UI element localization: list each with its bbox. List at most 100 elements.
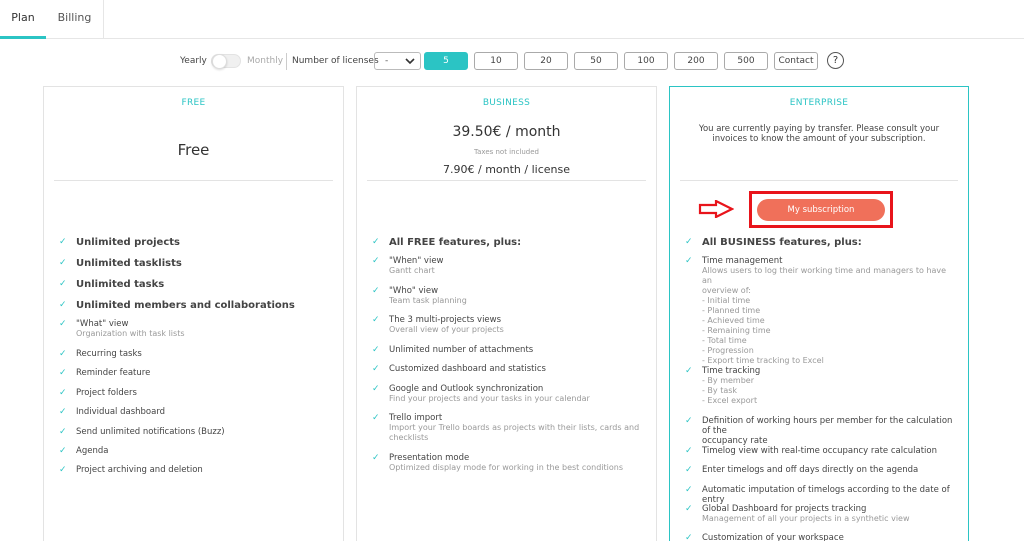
check-icon: ✓ — [685, 504, 693, 514]
check-icon: ✓ — [59, 279, 67, 289]
check-icon: ✓ — [685, 533, 693, 541]
divider — [367, 180, 646, 181]
license-option-20[interactable]: 20 — [524, 52, 568, 70]
feature-item: ✓ "Who" view Team task planning — [372, 286, 646, 306]
feature-item: ✓ Project folders — [59, 388, 333, 398]
license-option-5[interactable]: 5 — [424, 52, 468, 70]
feature-item: ✓ Presentation mode Optimized display mode… — [372, 453, 646, 473]
check-icon: ✓ — [372, 345, 380, 355]
plan-price: 39.50€ / month — [452, 124, 561, 140]
divider — [54, 180, 333, 181]
check-icon: ✓ — [685, 485, 693, 495]
help-icon[interactable]: ? — [827, 52, 844, 69]
license-select[interactable]: - — [374, 52, 421, 70]
feature-label: "Who" view — [389, 286, 439, 296]
feature-label: "What" view — [76, 319, 129, 329]
feature-label: "When" view — [389, 256, 444, 266]
feature-item: ✓ Definition of working hours per member … — [685, 416, 958, 446]
feature-label: Unlimited tasks — [76, 279, 165, 290]
feature-label: Timelog view with real-time occupancy ra… — [702, 446, 938, 456]
plan-title: BUSINESS — [482, 98, 531, 108]
feature-item: ✓ Enter timelogs and off days directly on… — [685, 465, 958, 475]
toggle-knob[interactable] — [212, 54, 227, 69]
tab-billing[interactable]: Billing — [46, 0, 104, 39]
highlight-box: My subscription — [749, 191, 893, 228]
feature-item: ✓ Individual dashboard — [59, 407, 333, 417]
feature-item: ✓ Customization of your workspace — [685, 533, 958, 541]
plan-card-enterprise: ENTERPRISE You are currently paying by t… — [669, 86, 969, 541]
feature-label: Unlimited number of attachments — [389, 345, 534, 355]
check-icon: ✓ — [685, 366, 693, 376]
feature-item: ✓ "When" view Gantt chart — [372, 256, 646, 276]
billing-period-toggle[interactable] — [211, 54, 241, 69]
feature-item: ✓ Reminder feature — [59, 368, 333, 378]
check-icon: ✓ — [59, 388, 67, 398]
feature-item: ✓ Unlimited tasks — [59, 279, 333, 291]
divider — [286, 53, 287, 70]
tab-plan[interactable]: Plan — [0, 0, 46, 39]
feature-label: Recurring tasks — [76, 349, 142, 359]
plan-title: ENTERPRISE — [789, 98, 849, 108]
monthly-label: Monthly — [247, 56, 284, 66]
feature-label: Time tracking — [702, 366, 761, 376]
feature-item: ✓ Send unlimited notifications (Buzz) — [59, 427, 333, 437]
feature-label: Unlimited projects — [76, 237, 180, 248]
tab-bar: Plan Billing — [0, 0, 1024, 39]
feature-item: ✓ All FREE features, plus: — [372, 237, 646, 249]
check-icon: ✓ — [372, 384, 380, 394]
feature-label: All FREE features, plus: — [389, 237, 522, 248]
feature-item: ✓ Time tracking - By member - By task - Ex… — [685, 366, 958, 406]
feature-label: Trello import — [389, 413, 443, 423]
check-icon: ✓ — [372, 237, 380, 247]
divider — [680, 180, 958, 181]
license-option-100[interactable]: 100 — [624, 52, 668, 70]
check-icon: ✓ — [59, 465, 67, 475]
arrow-right-icon — [698, 200, 734, 218]
licenses-label: Number of licenses — [292, 56, 379, 66]
my-subscription-button[interactable]: My subscription — [757, 199, 885, 221]
license-option-500[interactable]: 500 — [724, 52, 768, 70]
feature-label: Unlimited tasklists — [76, 258, 182, 269]
feature-item: ✓ Time management Allows users to log thei… — [685, 256, 958, 366]
check-icon: ✓ — [59, 319, 67, 329]
feature-item: ✓ Unlimited projects — [59, 237, 333, 249]
license-option-200[interactable]: 200 — [674, 52, 718, 70]
feature-label: The 3 multi-projects views — [389, 315, 502, 325]
feature-description: Team task planning — [389, 296, 467, 305]
feature-label: Unlimited members and collaborations — [76, 300, 295, 311]
feature-description: Find your projects and your tasks in you… — [389, 394, 590, 403]
feature-item: ✓ Unlimited members and collaborations — [59, 300, 333, 312]
check-icon: ✓ — [372, 364, 380, 374]
license-option-50[interactable]: 50 — [574, 52, 618, 70]
feature-item: ✓ Google and Outlook synchronization Find … — [372, 384, 646, 404]
check-icon: ✓ — [59, 349, 67, 359]
feature-description: Optimized display mode for working in th… — [389, 463, 623, 472]
feature-label: Customization of your workspace — [702, 533, 844, 541]
feature-description: Allows users to log their working time a… — [702, 266, 947, 365]
feature-item: ✓ The 3 multi-projects views Overall view … — [372, 315, 646, 335]
feature-item: ✓ Global Dashboard for projects tracking M… — [685, 504, 958, 524]
feature-label: Google and Outlook synchronization — [389, 384, 544, 394]
feature-description: Gantt chart — [389, 266, 435, 275]
feature-item: ✓ Timelog view with real-time occupancy r… — [685, 446, 958, 456]
feature-item: ✓ Customized dashboard and statistics — [372, 364, 646, 374]
feature-label: Project archiving and deletion — [76, 465, 203, 475]
check-icon: ✓ — [372, 453, 380, 463]
feature-item: ✓ Unlimited tasklists — [59, 258, 333, 270]
feature-item: ✓ Automatic imputation of timelogs accord… — [685, 485, 958, 505]
plan-card-business: BUSINESS 39.50€ / month Taxes not includ… — [356, 86, 657, 541]
feature-label: Enter timelogs and off days directly on … — [702, 465, 919, 475]
feature-label: Individual dashboard — [76, 407, 166, 417]
plan-title: FREE — [181, 98, 206, 108]
check-icon: ✓ — [59, 368, 67, 378]
yearly-label: Yearly — [180, 56, 207, 66]
feature-item: ✓ Agenda — [59, 446, 333, 456]
contact-button[interactable]: Contact — [774, 52, 818, 70]
plan-price: Free — [177, 141, 210, 159]
check-icon: ✓ — [59, 300, 67, 310]
license-option-10[interactable]: 10 — [474, 52, 518, 70]
chevron-down-icon — [405, 54, 415, 74]
check-icon: ✓ — [372, 286, 380, 296]
feature-label: Agenda — [76, 446, 109, 456]
check-icon: ✓ — [685, 446, 693, 456]
